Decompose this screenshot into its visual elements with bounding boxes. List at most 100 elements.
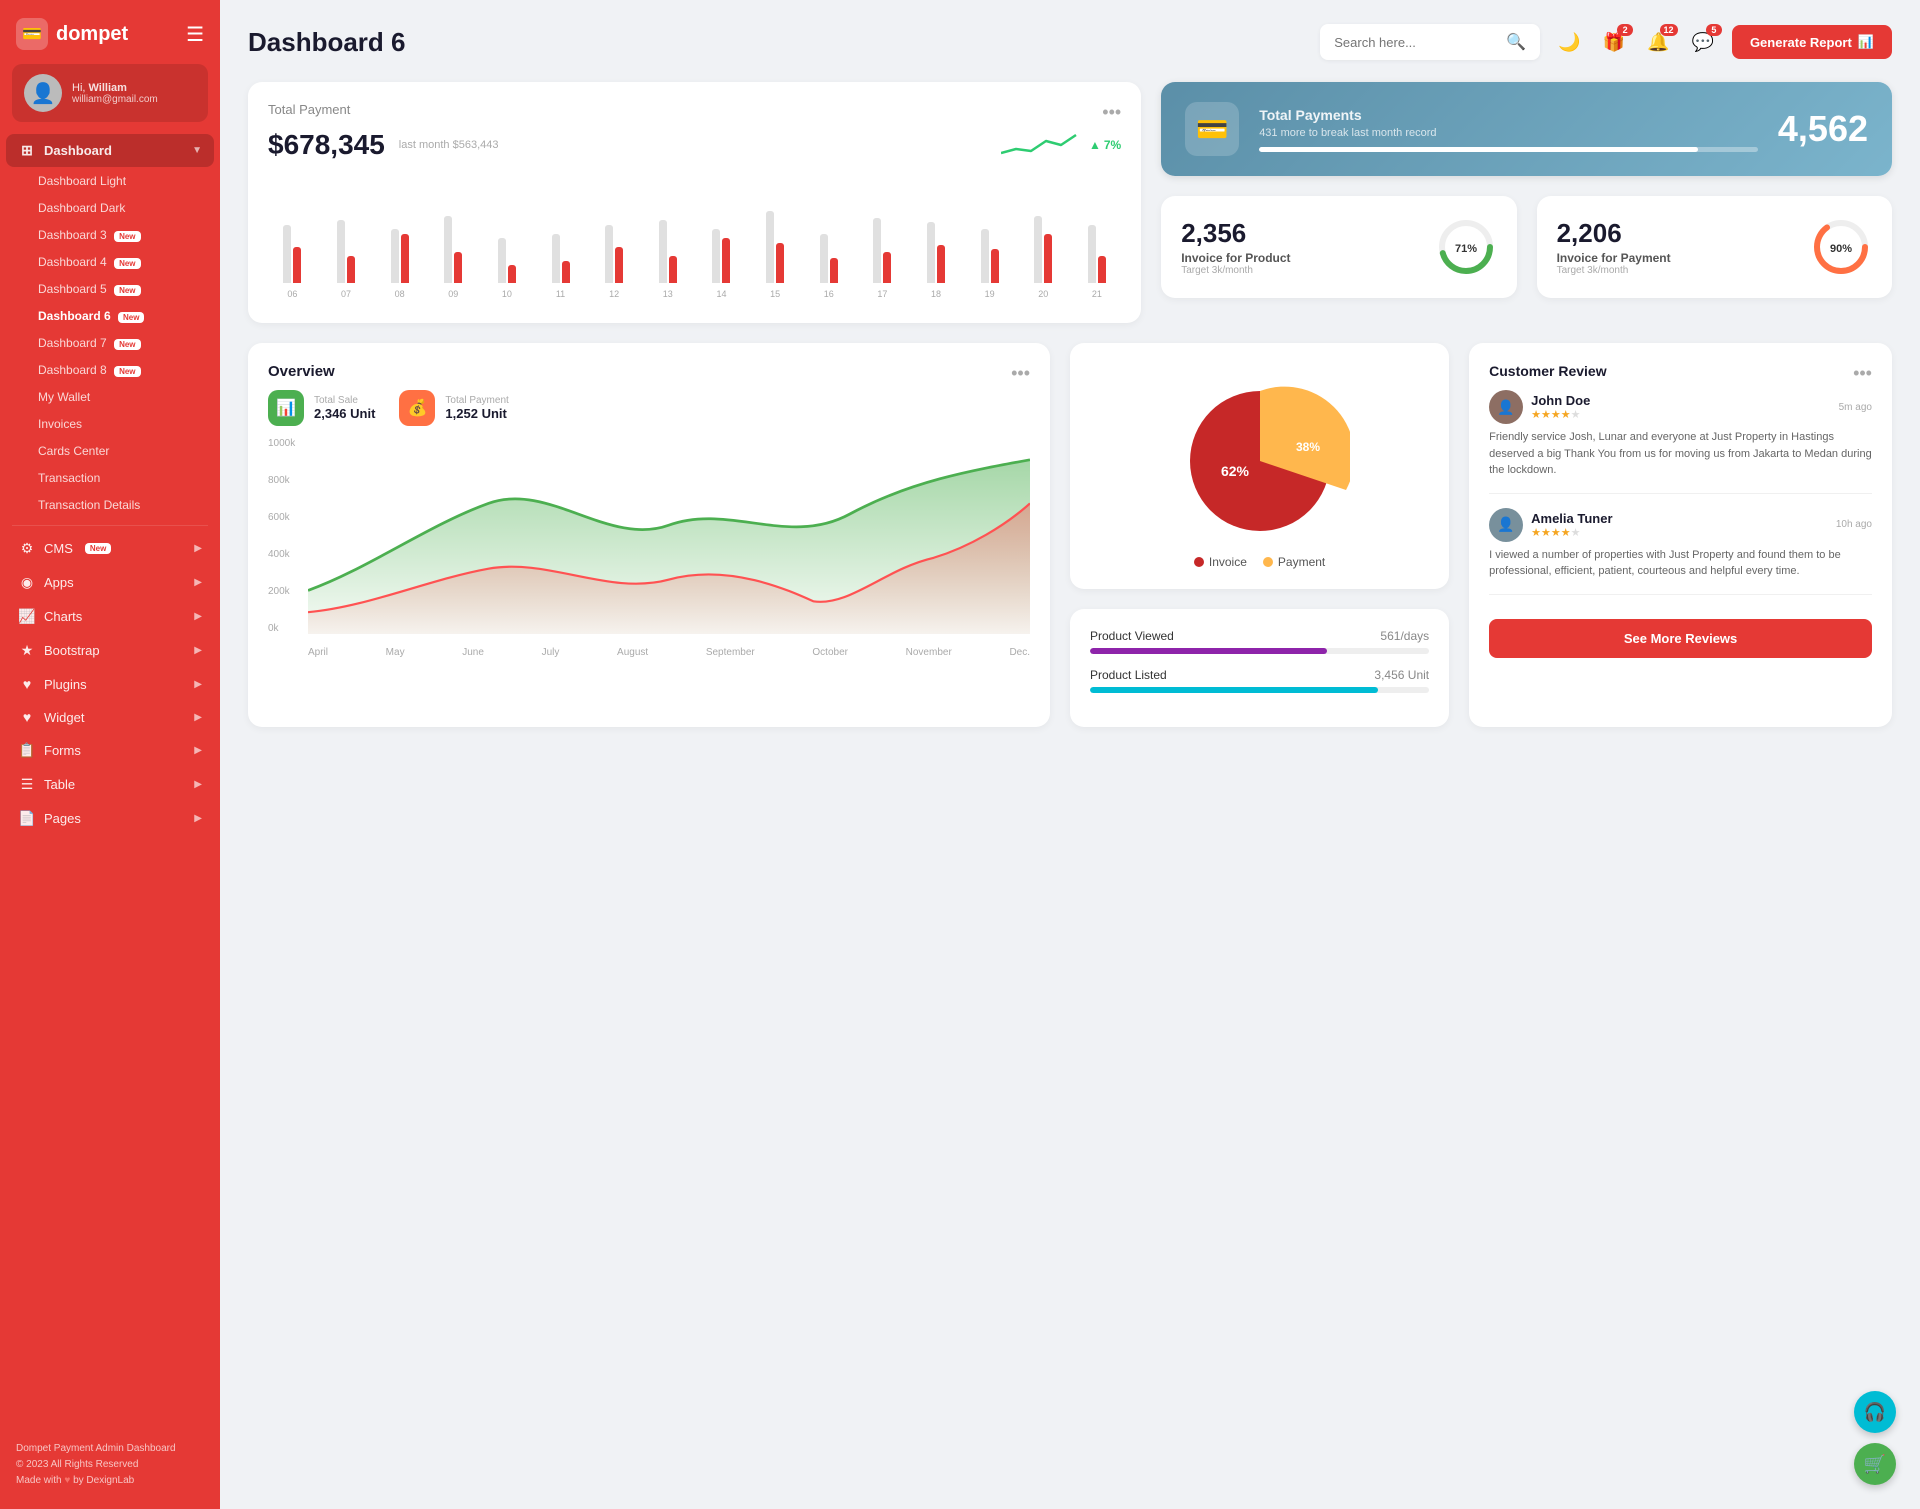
blue-card-progress-fill [1259,147,1698,152]
cart-float-button[interactable]: 🛒 [1854,1443,1896,1485]
search-box: 🔍 [1320,24,1540,60]
bar-group [483,238,532,283]
sidebar-sub-dashboard-6[interactable]: Dashboard 6 New [6,303,214,329]
sidebar-sub-dashboard-light[interactable]: Dashboard Light [6,168,214,194]
sidebar-item-plugins[interactable]: ♥ Plugins ▶ [6,668,214,700]
sidebar-item-label: CMS [44,541,73,556]
more-options-button[interactable]: ••• [1102,102,1121,123]
sidebar-item-bootstrap[interactable]: ★ Bootstrap ▶ [6,634,214,667]
bell-badge: 12 [1660,24,1678,36]
bar-group [322,220,371,283]
reviewer-stars-0: ★★★★★ [1531,408,1831,421]
bar-chart [268,173,1121,283]
see-more-reviews-button[interactable]: See More Reviews [1489,619,1872,658]
invoice-legend-item: Invoice [1194,555,1247,569]
hamburger-icon[interactable]: ☰ [186,22,204,47]
bar-light [1034,216,1042,284]
footer-brand: Dompet Payment Admin Dashboard [16,1441,204,1457]
bar-light [873,218,881,283]
invoice-payment-sub: Target 3k/month [1557,265,1671,276]
review-item-1: 👤 Amelia Tuner ★★★★★ 10h ago I viewed a … [1489,508,1872,595]
sidebar-sub-invoices[interactable]: Invoices [6,411,214,437]
blue-total-payments-card: 💳 Total Payments 431 more to break last … [1161,82,1892,176]
sidebar-header: 💳 dompet ☰ [0,0,220,64]
invoice-payment-donut: 90% [1810,216,1872,278]
sidebar-sub-dashboard-8[interactable]: Dashboard 8 New [6,357,214,383]
sidebar-item-label: Bootstrap [44,643,100,658]
sidebar-item-dashboard[interactable]: ⊞ Dashboard ▼ [6,134,214,167]
bar-red [830,258,838,283]
review-text-1: I viewed a number of properties with Jus… [1489,547,1872,580]
sidebar-sub-dashboard-7[interactable]: Dashboard 7 New [6,330,214,356]
user-info: Hi, William william@gmail.com [72,82,158,105]
invoice-legend-dot [1194,557,1204,567]
bar-group [858,218,907,283]
bar-light [498,238,506,283]
sidebar-sub-transaction[interactable]: Transaction [6,465,214,491]
invoice-payment-card: 2,206 Invoice for Payment Target 3k/mont… [1537,196,1892,298]
topbar-right: 🔍 🌙 🎁 2 🔔 12 💬 5 Generate Report 📊 [1320,24,1892,60]
bar-x-label: 19 [965,289,1014,299]
footer-made: Made with ♥ by DexignLab [16,1473,204,1489]
bar-chart-x-labels: 06070809101112131415161718192021 [268,289,1121,303]
search-input[interactable] [1334,35,1498,50]
sidebar-sub-transaction-details[interactable]: Transaction Details [6,492,214,518]
bar-chart-wrapper: 06070809101112131415161718192021 [268,173,1121,303]
sidebar: 💳 dompet ☰ 👤 Hi, William william@gmail.c… [0,0,220,1509]
invoice-payment-label: Invoice for Payment [1557,251,1671,265]
trend-badge: ▲ 7% [1089,138,1121,152]
theme-toggle-button[interactable]: 🌙 [1554,28,1584,57]
product-listed-label: Product Listed [1090,668,1167,682]
overview-more-options[interactable]: ••• [1011,363,1030,384]
customer-review-card: Customer Review ••• 👤 John Doe ★★★★★ 5m … [1469,343,1892,727]
sidebar-item-label: Table [44,777,75,792]
user-card[interactable]: 👤 Hi, William william@gmail.com [12,64,208,122]
bar-group [965,229,1014,283]
bar-red [401,234,409,284]
sidebar-sub-dashboard-3[interactable]: Dashboard 3 New [6,222,214,248]
overview-title: Overview [268,363,335,380]
nav-divider [12,525,208,526]
svg-text:62%: 62% [1221,463,1250,479]
blue-card-number: 4,562 [1778,108,1868,150]
bar-light [1088,225,1096,284]
invoice-product-donut: 71% [1435,216,1497,278]
bar-red [562,261,570,284]
sidebar-sub-dashboard-dark[interactable]: Dashboard Dark [6,195,214,221]
sidebar-item-charts[interactable]: 📈 Charts ▶ [6,600,214,633]
sidebar-item-apps[interactable]: ◉ Apps ▶ [6,566,214,599]
app-logo[interactable]: 💳 dompet [16,18,128,50]
apps-icon: ◉ [18,574,36,591]
reviewer-name-1: Amelia Tuner [1531,511,1828,526]
review-more-options[interactable]: ••• [1853,363,1872,384]
bar-x-label: 20 [1019,289,1068,299]
sidebar-item-table[interactable]: ☰ Table ▶ [6,768,214,801]
headset-float-button[interactable]: 🎧 [1854,1391,1896,1433]
bar-light [712,229,720,283]
generate-report-button[interactable]: Generate Report 📊 [1732,25,1892,59]
bar-red [937,245,945,283]
pie-chart-svg: 62% 38% [1170,371,1350,551]
invoice-product-label: Invoice for Product [1181,251,1290,265]
bar-x-label: 07 [322,289,371,299]
bar-light [552,234,560,284]
sidebar-sub-cards-center[interactable]: Cards Center [6,438,214,464]
sidebar-item-widget[interactable]: ♥ Widget ▶ [6,701,214,733]
bar-red [722,238,730,283]
sidebar-sub-dashboard-5[interactable]: Dashboard 5 New [6,276,214,302]
sidebar-item-forms[interactable]: 📋 Forms ▶ [6,734,214,767]
last-month-label: last month $563,443 [399,139,499,151]
sidebar-item-cms[interactable]: ⚙ CMS New ▶ [6,532,214,565]
bar-group [912,222,961,283]
nav-group-dashboard: ⊞ Dashboard ▼ Dashboard Light Dashboard … [0,134,220,519]
bell-notification-button[interactable]: 🔔 12 [1643,28,1673,57]
trend-sparkline [1001,131,1081,159]
cms-icon: ⚙ [18,540,36,557]
sidebar-item-pages[interactable]: 📄 Pages ▶ [6,802,214,835]
sidebar-sub-dashboard-4[interactable]: Dashboard 4 New [6,249,214,275]
gift-notification-button[interactable]: 🎁 2 [1599,28,1629,57]
sidebar-item-label: Dashboard [44,143,112,158]
bar-x-label: 12 [590,289,639,299]
chat-notification-button[interactable]: 💬 5 [1688,28,1718,57]
sidebar-sub-my-wallet[interactable]: My Wallet [6,384,214,410]
